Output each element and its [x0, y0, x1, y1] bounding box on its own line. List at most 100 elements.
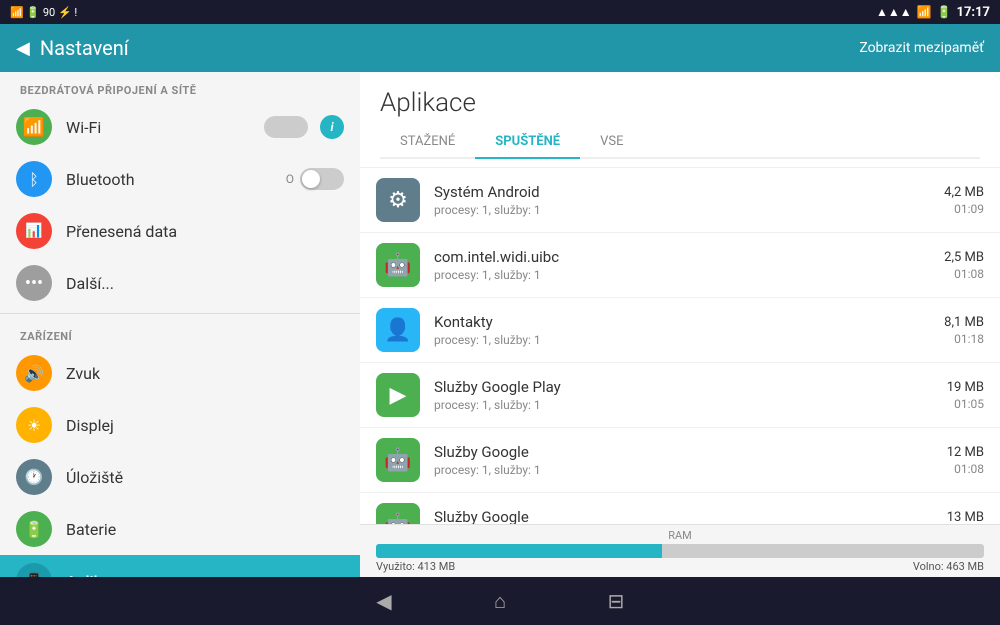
sidebar-item-bluetooth[interactable]: ᛒ Bluetooth O — [0, 153, 360, 205]
section-device-title: ZAŘÍZENÍ — [0, 318, 360, 347]
app-size: 13 MB — [947, 510, 984, 525]
app-time: 01:18 — [944, 332, 984, 346]
app-info: Služby Google procesy: 1, služby: 4 — [434, 508, 947, 524]
ram-bar — [376, 544, 984, 558]
bluetooth-toggle[interactable] — [300, 168, 344, 190]
app-sub: procesy: 1, služby: 1 — [434, 268, 944, 282]
wifi-icon: 📶 — [917, 5, 932, 19]
app-list-item[interactable]: 🤖 Služby Google procesy: 1, služby: 1 12… — [360, 428, 1000, 493]
app-info: com.intel.widi.uibc procesy: 1, služby: … — [434, 248, 944, 282]
app-time: 01:09 — [944, 202, 984, 216]
top-bar-action-button[interactable]: Zobrazit mezipaměť — [859, 40, 984, 56]
sidebar: BEZDRÁTOVÁ PŘIPOJENÍ A SÍTĚ 📶 Wi-Fi i ᛒ … — [0, 72, 360, 577]
sidebar-item-apps[interactable]: 📱 Aplikace — [0, 555, 360, 577]
status-bar: 📶 🔋 90 ⚡ ! ▲▲▲ 📶 🔋 17:17 — [0, 0, 1000, 24]
sound-icon: 🔊 — [16, 355, 52, 391]
top-bar: ◀ Nastavení Zobrazit mezipaměť — [0, 24, 1000, 72]
ram-used-bar — [376, 544, 662, 558]
nav-back-button[interactable]: ◀ — [366, 583, 402, 619]
app-meta: 4,2 MB 01:09 — [944, 185, 984, 216]
sound-label: Zvuk — [66, 364, 344, 383]
top-bar-title: Nastavení — [40, 36, 859, 60]
app-sub: procesy: 1, služby: 1 — [434, 333, 944, 347]
app-sub: procesy: 1, služby: 1 — [434, 398, 947, 412]
app-name: Služby Google — [434, 508, 947, 524]
data-icon: 📊 — [16, 213, 52, 249]
sidebar-item-storage[interactable]: 🕐 Úložiště — [0, 451, 360, 503]
tab-bar: STAŽENÉ SPUŠTĚNÉ VSE — [380, 126, 980, 159]
app-meta: 13 MB 01:19 — [947, 510, 984, 525]
status-icons-right: ▲▲▲ 📶 🔋 17:17 — [876, 5, 990, 20]
more-icon: ••• — [16, 265, 52, 301]
display-icon: ☀ — [16, 407, 52, 443]
ram-labels: Využito: 413 MB Volno: 463 MB — [376, 560, 984, 573]
sidebar-item-wifi[interactable]: 📶 Wi-Fi i — [0, 101, 360, 153]
tab-running[interactable]: SPUŠTĚNÉ — [475, 126, 580, 159]
wifi-toggle-group: i — [264, 115, 344, 139]
app-icon: 🤖 — [376, 438, 420, 482]
battery-sidebar-icon: 🔋 — [16, 511, 52, 547]
content-header: Aplikace STAŽENÉ SPUŠTĚNÉ VSE — [360, 72, 1000, 168]
app-name: Kontakty — [434, 313, 944, 331]
app-time: 01:05 — [947, 397, 984, 411]
bottom-nav: ◀ ⌂ ⊟ — [0, 577, 1000, 625]
app-list-item[interactable]: 🤖 com.intel.widi.uibc procesy: 1, služby… — [360, 233, 1000, 298]
wifi-toggle[interactable] — [264, 116, 308, 138]
app-size: 8,1 MB — [944, 315, 984, 330]
app-size: 19 MB — [947, 380, 984, 395]
wifi-signal-icon: ▲▲▲ — [876, 5, 912, 19]
app-time: 01:08 — [947, 462, 984, 476]
app-info: Systém Android procesy: 1, služby: 1 — [434, 183, 944, 217]
app-list-item[interactable]: ▶ Služby Google Play procesy: 1, služby:… — [360, 363, 1000, 428]
notification-icons: 📶 🔋 90 ⚡ ! — [10, 6, 77, 19]
ram-bar-container: RAM Využito: 413 MB Volno: 463 MB — [360, 524, 1000, 577]
ram-label: RAM — [376, 529, 984, 542]
app-list-item[interactable]: 🤖 Služby Google procesy: 1, služby: 4 13… — [360, 493, 1000, 524]
sidebar-item-more[interactable]: ••• Další... — [0, 257, 360, 309]
app-icon: ⚙ — [376, 178, 420, 222]
app-name: Služby Google Play — [434, 378, 947, 396]
bluetooth-toggle-label: O — [286, 172, 294, 186]
app-list-item[interactable]: ⚙ Systém Android procesy: 1, služby: 1 4… — [360, 168, 1000, 233]
sidebar-item-battery[interactable]: 🔋 Baterie — [0, 503, 360, 555]
status-time: 17:17 — [957, 5, 991, 20]
app-name: com.intel.widi.uibc — [434, 248, 944, 266]
wifi-icon: 📶 — [16, 109, 52, 145]
app-info: Služby Google Play procesy: 1, služby: 1 — [434, 378, 947, 412]
status-bar-left: 📶 🔋 90 ⚡ ! — [10, 6, 77, 19]
app-meta: 8,1 MB 01:18 — [944, 315, 984, 346]
content-area: Aplikace STAŽENÉ SPUŠTĚNÉ VSE ⚙ Systém A… — [360, 72, 1000, 577]
wifi-label: Wi-Fi — [66, 118, 264, 137]
display-label: Displej — [66, 416, 344, 435]
app-icon: 🤖 — [376, 243, 420, 287]
sidebar-item-display[interactable]: ☀ Displej — [0, 399, 360, 451]
sidebar-item-data[interactable]: 📊 Přenesená data — [0, 205, 360, 257]
app-size: 2,5 MB — [944, 250, 984, 265]
app-sub: procesy: 1, služby: 1 — [434, 203, 944, 217]
tab-downloaded[interactable]: STAŽENÉ — [380, 126, 475, 159]
ram-used-label: Využito: 413 MB — [376, 560, 455, 573]
sidebar-item-sound[interactable]: 🔊 Zvuk — [0, 347, 360, 399]
app-sub: procesy: 1, služby: 1 — [434, 463, 947, 477]
app-info: Služby Google procesy: 1, služby: 1 — [434, 443, 947, 477]
app-size: 4,2 MB — [944, 185, 984, 200]
app-list-item[interactable]: 👤 Kontakty procesy: 1, služby: 1 8,1 MB … — [360, 298, 1000, 363]
wifi-info-button[interactable]: i — [320, 115, 344, 139]
app-meta: 12 MB 01:08 — [947, 445, 984, 476]
app-meta: 19 MB 01:05 — [947, 380, 984, 411]
divider-1 — [0, 313, 360, 314]
nav-home-button[interactable]: ⌂ — [482, 583, 518, 619]
back-arrow-icon[interactable]: ◀ — [16, 38, 30, 59]
apps-icon: 📱 — [16, 563, 52, 577]
app-meta: 2,5 MB 01:08 — [944, 250, 984, 281]
content-title: Aplikace — [380, 88, 980, 118]
app-time: 01:08 — [944, 267, 984, 281]
tab-all[interactable]: VSE — [580, 126, 643, 159]
nav-recent-button[interactable]: ⊟ — [598, 583, 634, 619]
data-label: Přenesená data — [66, 222, 344, 241]
bluetooth-toggle-group: O — [286, 168, 344, 190]
more-label: Další... — [66, 274, 344, 293]
bluetooth-icon: ᛒ — [16, 161, 52, 197]
app-icon: 👤 — [376, 308, 420, 352]
battery-icon: 🔋 — [937, 5, 952, 19]
